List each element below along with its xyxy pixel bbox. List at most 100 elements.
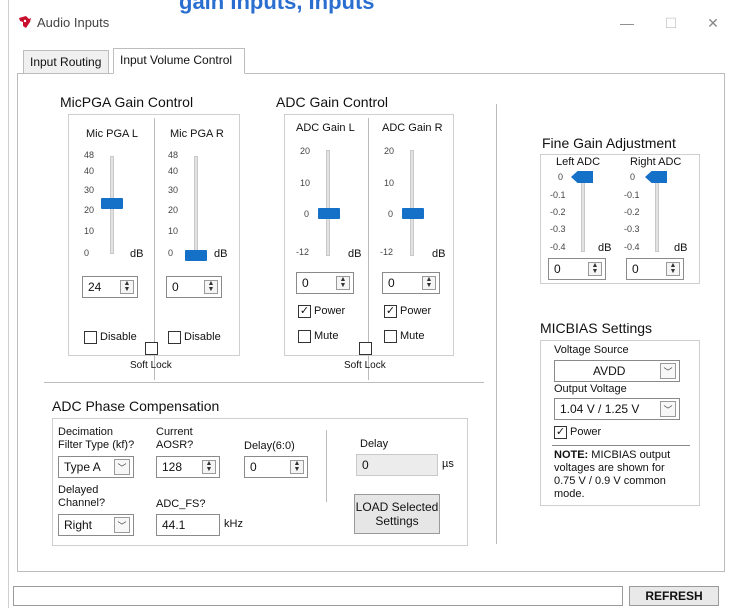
tick-label: 30 (84, 185, 95, 195)
tick-label: -12 (380, 247, 394, 257)
tick-label: -0.1 (624, 190, 640, 200)
aosr-spinbox[interactable]: 128 ▲ ▼ (156, 456, 220, 478)
spinbox-value: 0 (632, 262, 639, 276)
spin-arrows-icon[interactable]: ▲ ▼ (120, 280, 134, 294)
load-button-line-2: Settings (375, 514, 419, 528)
adc-gain-l-track (326, 150, 330, 256)
mic-pga-l-thumb[interactable] (101, 198, 123, 209)
tick-label: 0 (168, 248, 174, 258)
close-button[interactable]: ✕ (695, 10, 730, 36)
aosr-label-1: Current (156, 426, 193, 438)
adc-gain-r-mute-label: Mute (400, 330, 425, 342)
adc-gain-l-spinbox[interactable]: 0 ▲ ▼ (296, 272, 354, 294)
adc-soft-lock-checkbox[interactable] (359, 342, 372, 355)
phase-divider (326, 430, 327, 502)
spin-arrows-icon[interactable]: ▲ ▼ (422, 276, 436, 290)
tick-label: -0.3 (624, 224, 640, 234)
minimize-button[interactable]: — (609, 10, 645, 36)
delay-unit-label: µs (442, 458, 454, 470)
tab-input-volume-control[interactable]: Input Volume Control (113, 48, 245, 74)
tick-label: -0.2 (550, 207, 566, 217)
tick-label: 48 (84, 150, 95, 160)
chevron-down-icon[interactable]: ﹀ (660, 401, 676, 417)
adc-gain-r-track (410, 150, 414, 256)
adc-gain-r-spinbox[interactable]: 0 ▲ ▼ (382, 272, 440, 294)
spin-arrows-icon[interactable]: ▲ ▼ (204, 280, 218, 294)
tick-label: 10 (168, 226, 179, 236)
tick-label: -0.3 (550, 224, 566, 234)
mic-pga-r-spinbox[interactable]: 0 ▲ ▼ (166, 276, 222, 298)
tick-label: -12 (296, 247, 310, 257)
spin-arrows-icon[interactable]: ▲ ▼ (202, 460, 216, 474)
adc-gain-l-label: ADC Gain L (296, 122, 355, 134)
adc-gain-l-mute-checkbox[interactable] (298, 330, 311, 343)
decimation-filter-select[interactable]: Type A ﹀ (58, 456, 134, 478)
adc-gain-header: ADC Gain Control (276, 94, 389, 110)
tick-label: 20 (384, 146, 395, 156)
maximize-button[interactable]: ☐ (653, 10, 689, 36)
phase-header: ADC Phase Compensation (52, 398, 220, 414)
spin-arrows-icon[interactable]: ▲ ▼ (290, 460, 304, 474)
phase-separator (44, 382, 484, 383)
refresh-button[interactable]: REFRESH (629, 586, 719, 606)
adc-gain-r-power-checkbox[interactable]: ✓ (384, 305, 397, 318)
micbias-note: NOTE: MICBIAS output voltages are shown … (554, 449, 670, 501)
tick-label: 20 (300, 146, 311, 156)
tick-label: -0.2 (624, 207, 640, 217)
mic-pga-l-disable-checkbox[interactable] (84, 331, 97, 344)
adc-gain-r-mute-checkbox[interactable] (384, 330, 397, 343)
db-unit-label: dB (598, 242, 612, 254)
aosr-label-2: AOSR? (156, 439, 194, 451)
adcfs-input[interactable]: 44.1 (156, 514, 220, 536)
select-value: 1.04 V / 1.25 V (560, 402, 640, 416)
chevron-down-icon[interactable]: ﹀ (114, 517, 130, 533)
mic-pga-r-thumb[interactable] (185, 250, 207, 261)
delay-label: Delay (360, 438, 389, 450)
micbias-power-checkbox[interactable]: ✓ (554, 426, 567, 439)
spin-arrows-icon[interactable]: ▲ ▼ (666, 262, 680, 276)
fine-right-track (655, 176, 659, 252)
decimation-label-2: Filter Type (kf)? (58, 439, 135, 451)
banner-text: gain Inputs, Inputs (179, 0, 375, 14)
delay60-spinbox[interactable]: 0 ▲ ▼ (244, 456, 308, 478)
tab-input-routing[interactable]: Input Routing (23, 50, 109, 74)
spinbox-value: 0 (172, 280, 179, 294)
note-line-2: voltages are shown for (554, 462, 665, 474)
fine-gain-header: Fine Gain Adjustment (542, 135, 676, 151)
spinbox-value: 0 (250, 460, 257, 474)
tick-label: 0 (558, 172, 564, 182)
db-unit-label: dB (130, 248, 144, 260)
micpga-divider (154, 118, 155, 380)
tick-label: 20 (168, 205, 179, 215)
load-selected-settings-button[interactable]: LOAD Selected Settings (354, 494, 440, 534)
fine-right-spinbox[interactable]: 0 ▲ ▼ (626, 258, 684, 280)
adc-gain-l-power-label: Power (314, 305, 346, 317)
output-voltage-select[interactable]: 1.04 V / 1.25 V ﹀ (554, 398, 680, 420)
delayed-channel-select[interactable]: Right ﹀ (58, 514, 134, 536)
tick-label: -0.1 (550, 190, 566, 200)
tick-label: -0.4 (624, 242, 640, 252)
column-divider (496, 104, 497, 544)
input-value: 44.1 (162, 518, 186, 532)
voltage-source-select[interactable]: AVDD ﹀ (554, 360, 680, 382)
adc-gain-r-thumb[interactable] (402, 208, 424, 219)
fine-left-spinbox[interactable]: 0 ▲ ▼ (548, 258, 606, 280)
micbias-power-label: Power (570, 426, 602, 438)
voltage-source-label: Voltage Source (554, 344, 629, 356)
tick-label: 0 (304, 209, 310, 219)
mic-soft-lock-checkbox[interactable] (145, 342, 158, 355)
status-text-field[interactable] (13, 586, 623, 606)
adc-gain-l-power-checkbox[interactable]: ✓ (298, 305, 311, 318)
decimation-label: Decimation Filter Type (kf)? (58, 426, 134, 452)
micbias-note-separator (552, 445, 690, 446)
mic-pga-r-label: Mic PGA R (170, 128, 224, 140)
spin-arrows-icon[interactable]: ▲ ▼ (588, 262, 602, 276)
spin-arrows-icon[interactable]: ▲ ▼ (336, 276, 350, 290)
chevron-down-icon[interactable]: ﹀ (114, 459, 130, 475)
mic-pga-r-disable-checkbox[interactable] (168, 331, 181, 344)
mic-pga-l-spinbox[interactable]: 24 ▲ ▼ (82, 276, 138, 298)
chevron-down-icon[interactable]: ﹀ (660, 363, 676, 379)
adc-gain-l-thumb[interactable] (318, 208, 340, 219)
audio-inputs-window: gain Inputs, Inputs Audio Inputs — ☐ ✕ I… (8, 0, 730, 608)
tick-label: 10 (384, 178, 395, 188)
